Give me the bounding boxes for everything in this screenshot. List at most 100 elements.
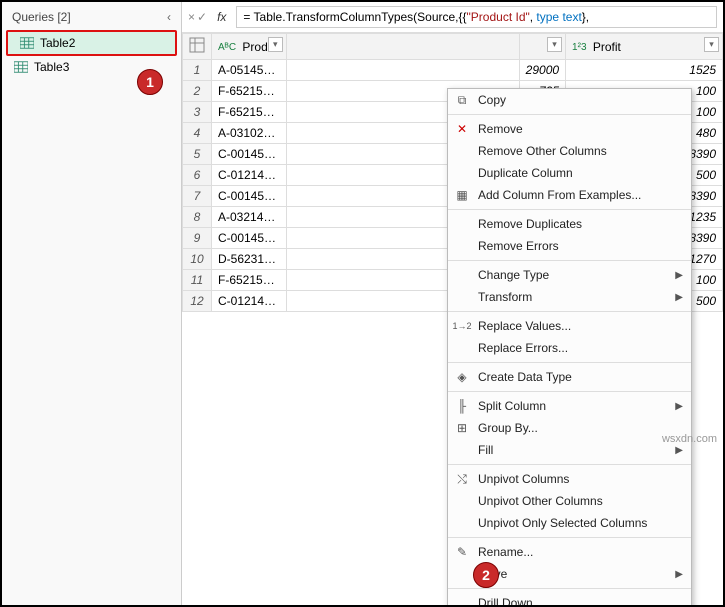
col-hidden: [286, 34, 519, 60]
cell-product-id[interactable]: F-65215…: [212, 102, 287, 123]
menu-remove[interactable]: ✕ Remove: [448, 118, 691, 140]
row-number: 10: [183, 249, 212, 270]
menu-separator: [448, 114, 691, 115]
cell-product-id[interactable]: C-01214…: [212, 165, 287, 186]
table-icon: ▦: [454, 187, 470, 203]
menu-add-column[interactable]: ▦Add Column From Examples...: [448, 184, 691, 206]
row-number: 7: [183, 186, 212, 207]
cell-value1[interactable]: 29000: [519, 60, 565, 81]
menu-transform[interactable]: Transform ▶: [448, 286, 691, 308]
menu-label: Group By...: [478, 421, 538, 435]
formula-input[interactable]: = Table.TransformColumnTypes(Source,{{"P…: [236, 6, 717, 28]
col-label: Profit: [593, 40, 621, 54]
cell-product-id[interactable]: A-03102…: [212, 123, 287, 144]
fx-label[interactable]: fx: [213, 8, 230, 26]
row-number: 6: [183, 165, 212, 186]
menu-label: Unpivot Only Selected Columns: [478, 516, 647, 530]
menu-unpivot[interactable]: ⤭Unpivot Columns: [448, 468, 691, 490]
menu-copy[interactable]: ⧉Copy: [448, 89, 691, 111]
cell-product-id[interactable]: D-56231…: [212, 249, 287, 270]
sidebar-title: Queries [2]: [12, 10, 71, 24]
menu-label: Copy: [478, 93, 506, 107]
cell-product-id[interactable]: A-03214…: [212, 207, 287, 228]
submenu-arrow-icon: ▶: [675, 445, 683, 456]
menu-label: Drill Down: [478, 596, 533, 605]
menu-label: Remove: [478, 122, 523, 136]
sidebar-header: Queries [2] ‹: [2, 8, 181, 30]
menu-label: Transform: [478, 290, 532, 304]
cell-profit[interactable]: 1525: [566, 60, 723, 81]
menu-label: Rename...: [478, 545, 533, 559]
table-icon: [20, 37, 34, 49]
cell-product-id[interactable]: F-65215…: [212, 81, 287, 102]
cell-product-id[interactable]: C-00145…: [212, 144, 287, 165]
submenu-arrow-icon: ▶: [675, 569, 683, 580]
cell-product-id[interactable]: C-00145…: [212, 228, 287, 249]
menu-label: Create Data Type: [478, 370, 572, 384]
menu-label: Change Type: [478, 268, 549, 282]
menu-separator: [448, 391, 691, 392]
menu-unpivot-sel[interactable]: Unpivot Only Selected Columns: [448, 512, 691, 534]
formula-type: type text: [536, 10, 581, 24]
cell-hidden: [286, 60, 519, 81]
formula-str: "Product Id": [467, 10, 530, 24]
menu-split-col[interactable]: ╟Split Column▶: [448, 395, 691, 417]
menu-separator: [448, 311, 691, 312]
menu-label: Unpivot Other Columns: [478, 494, 603, 508]
table-icon: [14, 61, 28, 73]
filter-dropdown-icon[interactable]: ▾: [547, 37, 562, 52]
group-icon: ⊞: [454, 420, 470, 436]
menu-duplicate[interactable]: Duplicate Column: [448, 162, 691, 184]
query-label: Table3: [34, 60, 69, 74]
menu-drill[interactable]: Drill Down: [448, 592, 691, 605]
menu-create-dt[interactable]: ◈ Create Data Type: [448, 366, 691, 388]
datatype-icon: ◈: [454, 369, 470, 385]
menu-replace-err[interactable]: Replace Errors...: [448, 337, 691, 359]
cell-product-id[interactable]: C-01214…: [212, 291, 287, 312]
filter-dropdown-icon[interactable]: ▾: [704, 37, 719, 52]
cell-product-id[interactable]: F-65215…: [212, 270, 287, 291]
collapse-icon[interactable]: ‹: [167, 10, 171, 24]
table-row[interactable]: 1A-05145… 290001525: [183, 60, 723, 81]
submenu-arrow-icon: ▶: [675, 292, 683, 303]
row-number: 1: [183, 60, 212, 81]
menu-remove-other[interactable]: Remove Other Columns: [448, 140, 691, 162]
corner-cell[interactable]: [183, 34, 212, 60]
number-type-icon: 1²3: [572, 42, 586, 53]
menu-rename[interactable]: ✎ Rename...: [448, 541, 691, 563]
nav-left-icon[interactable]: ×: [188, 10, 195, 24]
row-number: 2: [183, 81, 212, 102]
menu-group-by[interactable]: ⊞ Group By...: [448, 417, 691, 439]
menu-separator: [448, 588, 691, 589]
remove-icon: ✕: [454, 121, 470, 137]
row-number: 12: [183, 291, 212, 312]
menu-change-type[interactable]: Change Type▶: [448, 264, 691, 286]
menu-remove-dup[interactable]: Remove Duplicates: [448, 213, 691, 235]
menu-unpivot-other[interactable]: Unpivot Other Columns: [448, 490, 691, 512]
callout-badge-2: 2: [473, 562, 499, 588]
menu-replace-val[interactable]: 1→2Replace Values...: [448, 315, 691, 337]
cell-product-id[interactable]: A-05145…: [212, 60, 287, 81]
menu-label: Split Column: [478, 399, 546, 413]
menu-remove-err[interactable]: Remove Errors: [448, 235, 691, 257]
rename-icon: ✎: [454, 544, 470, 560]
menu-fill[interactable]: Fill▶: [448, 439, 691, 461]
col-header-product-id[interactable]: AᴮC Prod… ▾: [212, 34, 287, 60]
formula-text: = Table.TransformColumnTypes(Source,{{: [243, 10, 466, 24]
query-item-table2[interactable]: Table2: [6, 30, 177, 56]
col-header-hidden2[interactable]: ▾: [519, 34, 565, 60]
watermark: wsxdn.com: [662, 433, 717, 445]
menu-separator: [448, 362, 691, 363]
col-header-profit[interactable]: 1²3 Profit ▾: [566, 34, 723, 60]
menu-separator: [448, 464, 691, 465]
context-menu: ⧉Copy ✕ Remove Remove Other Columns Dupli…: [447, 88, 692, 605]
text-type-icon: AᴮC: [218, 42, 236, 53]
nav-arrows: × ✓: [188, 10, 207, 24]
split-icon: ╟: [454, 398, 470, 414]
unpivot-icon: ⤭: [454, 471, 470, 487]
row-number: 3: [183, 102, 212, 123]
row-number: 11: [183, 270, 212, 291]
cell-product-id[interactable]: C-00145…: [212, 186, 287, 207]
nav-check-icon[interactable]: ✓: [197, 10, 207, 24]
filter-dropdown-icon[interactable]: ▾: [268, 37, 283, 52]
